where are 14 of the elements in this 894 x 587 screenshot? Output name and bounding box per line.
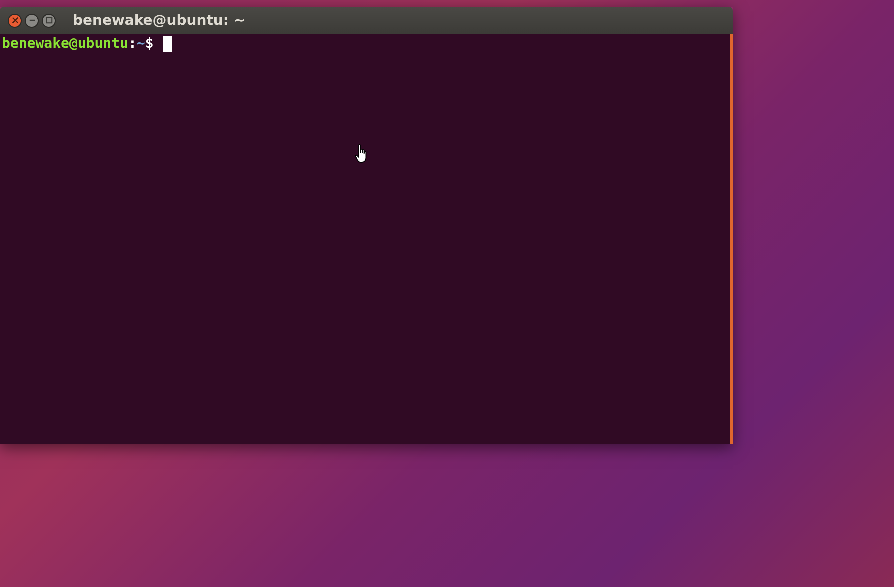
text-cursor [162,36,172,52]
close-button[interactable] [8,14,22,28]
prompt-symbol: $ [145,36,154,52]
minimize-icon [28,17,36,24]
prompt-path: ~ [136,36,146,52]
minimize-button[interactable] [25,14,39,28]
prompt-user-host: benewake@ubuntu [2,36,128,52]
maximize-icon [46,17,52,24]
hand-pointer-icon [355,144,369,164]
close-icon [12,17,18,24]
maximize-button[interactable] [42,14,56,28]
window-title: benewake@ubuntu: ~ [73,12,246,28]
prompt-separator: : [128,36,137,52]
terminal-area[interactable]: benewake@ubuntu:~$ [0,34,733,444]
